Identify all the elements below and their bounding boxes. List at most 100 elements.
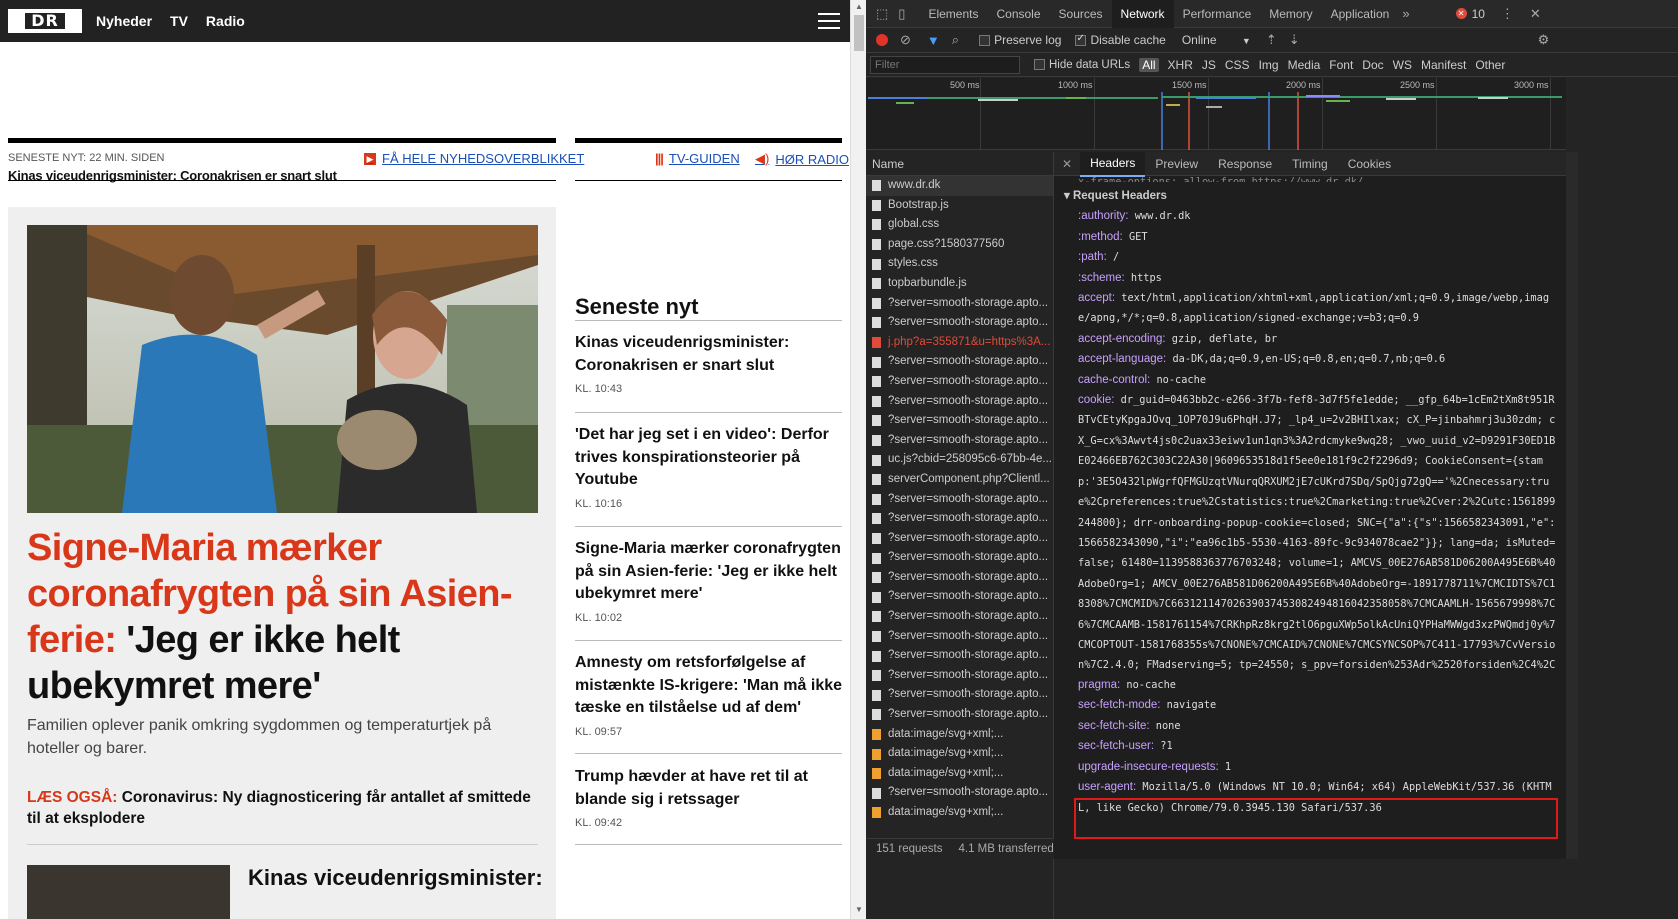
- nav-nyheder[interactable]: Nyheder: [96, 13, 152, 29]
- type-filter-img[interactable]: Img: [1259, 58, 1279, 72]
- request-row[interactable]: ?server=smooth-storage.apto...: [866, 490, 1053, 510]
- tab-sources[interactable]: Sources: [1050, 0, 1112, 28]
- filter-input[interactable]: Filter: [870, 56, 1020, 74]
- latest-item[interactable]: Signe-Maria mærker coronafrygten på sin …: [575, 538, 842, 624]
- latest-item[interactable]: 'Det har jeg set i en video': Derfor tri…: [575, 424, 842, 510]
- disable-cache-checkbox[interactable]: Disable cache: [1075, 33, 1166, 47]
- request-detail-pane: ✕ Headers Preview Response Timing Cookie…: [1054, 152, 1566, 859]
- search-icon[interactable]: ⌕: [952, 32, 959, 48]
- type-filter-ws[interactable]: WS: [1393, 58, 1412, 72]
- type-filter-doc[interactable]: Doc: [1362, 58, 1383, 72]
- tab-console[interactable]: Console: [987, 0, 1049, 28]
- request-row[interactable]: data:image/svg+xml;...: [866, 725, 1053, 745]
- detail-scrollbar[interactable]: [1566, 152, 1578, 859]
- next-story-thumbnail[interactable]: [27, 865, 230, 919]
- related-link[interactable]: LÆS OGSÅ: Coronavirus: Ny diagnosticerin…: [27, 787, 537, 829]
- more-tabs-icon[interactable]: »: [1402, 6, 1409, 21]
- request-row[interactable]: ?server=smooth-storage.apto...: [866, 783, 1053, 803]
- type-filter-media[interactable]: Media: [1288, 58, 1321, 72]
- request-row-error[interactable]: j.php?a=355871&u=https%3A...: [866, 333, 1053, 353]
- request-row[interactable]: serverComponent.php?Clientl...: [866, 470, 1053, 490]
- scroll-down-icon[interactable]: ▼: [855, 905, 863, 914]
- request-row[interactable]: global.css: [866, 215, 1053, 235]
- card-separator: [27, 844, 538, 845]
- tab-memory[interactable]: Memory: [1260, 0, 1321, 28]
- request-row[interactable]: ?server=smooth-storage.apto...: [866, 685, 1053, 705]
- request-row[interactable]: ?server=smooth-storage.apto...: [866, 587, 1053, 607]
- tv-radio-bottom-rule: [575, 180, 842, 181]
- dr-logo[interactable]: DR: [8, 9, 82, 33]
- type-filter-manifest[interactable]: Manifest: [1421, 58, 1466, 72]
- request-row[interactable]: topbarbundle.js: [866, 274, 1053, 294]
- radio-link[interactable]: ◀) HØR RADIO: [755, 151, 849, 167]
- request-row[interactable]: ?server=smooth-storage.apto...: [866, 431, 1053, 451]
- menu-icon[interactable]: [818, 13, 840, 29]
- request-row[interactable]: ?server=smooth-storage.apto...: [866, 607, 1053, 627]
- page-scrollbar[interactable]: ▲ ▼: [850, 0, 866, 919]
- inspect-icon[interactable]: ⬚: [876, 6, 888, 22]
- tab-elements[interactable]: Elements: [919, 0, 987, 28]
- tab-network[interactable]: Network: [1111, 0, 1174, 28]
- latest-item[interactable]: Kinas viceudenrigsminister: Coronakrisen…: [575, 332, 842, 395]
- scroll-thumb[interactable]: [854, 15, 864, 51]
- request-row[interactable]: ?server=smooth-storage.apto...: [866, 627, 1053, 647]
- request-row[interactable]: ?server=smooth-storage.apto...: [866, 392, 1053, 412]
- next-story-headline[interactable]: Kinas viceudenrigsminister:: [248, 865, 543, 891]
- preserve-log-checkbox[interactable]: Preserve log: [979, 33, 1061, 47]
- request-row[interactable]: ?server=smooth-storage.apto...: [866, 294, 1053, 314]
- request-row[interactable]: ?server=smooth-storage.apto...: [866, 372, 1053, 392]
- request-row[interactable]: ?server=smooth-storage.apto...: [866, 548, 1053, 568]
- clear-icon[interactable]: ⊘: [900, 32, 911, 48]
- type-filter-xhr[interactable]: XHR: [1168, 58, 1193, 72]
- request-row[interactable]: data:image/svg+xml;...: [866, 744, 1053, 764]
- request-headers-section[interactable]: ▾ Request Headers: [1064, 186, 1556, 206]
- overview-link[interactable]: ▶ FÅ HELE NYHEDSOVERBLIKKET: [364, 151, 584, 166]
- request-row[interactable]: ?server=smooth-storage.apto...: [866, 666, 1053, 686]
- export-har-icon[interactable]: ⇣: [1289, 32, 1300, 48]
- record-icon[interactable]: [876, 34, 888, 46]
- request-row[interactable]: ?server=smooth-storage.apto...: [866, 529, 1053, 549]
- type-filter-css[interactable]: CSS: [1225, 58, 1250, 72]
- tab-application[interactable]: Application: [1322, 0, 1399, 28]
- type-filter-other[interactable]: Other: [1475, 58, 1505, 72]
- request-row[interactable]: Bootstrap.js: [866, 196, 1053, 216]
- network-overview-timeline[interactable]: 500 ms 1000 ms 1500 ms 2000 ms 2500 ms 3…: [866, 78, 1566, 150]
- filter-icon[interactable]: ▼: [927, 33, 940, 48]
- request-row[interactable]: ?server=smooth-storage.apto...: [866, 509, 1053, 529]
- request-row[interactable]: data:image/svg+xml;...: [866, 764, 1053, 784]
- import-har-icon[interactable]: ⇡: [1266, 32, 1277, 48]
- error-counter[interactable]: ✕ 10: [1455, 7, 1485, 21]
- latest-item[interactable]: Trump hævder at have ret til at blande s…: [575, 766, 842, 829]
- close-detail-icon[interactable]: ✕: [1054, 152, 1080, 176]
- request-row[interactable]: uc.js?cbid=258095c6-67bb-4e...: [866, 450, 1053, 470]
- request-row[interactable]: page.css?1580377560: [866, 235, 1053, 255]
- nav-radio[interactable]: Radio: [206, 13, 245, 29]
- request-row[interactable]: ?server=smooth-storage.apto...: [866, 352, 1053, 372]
- hide-data-urls-checkbox[interactable]: Hide data URLs: [1034, 59, 1130, 71]
- type-filter-all[interactable]: All: [1139, 58, 1159, 72]
- request-row[interactable]: ?server=smooth-storage.apto...: [866, 705, 1053, 725]
- name-column-header[interactable]: Name: [866, 152, 1053, 176]
- nav-tv[interactable]: TV: [170, 13, 188, 29]
- request-row[interactable]: data:image/svg+xml;...: [866, 803, 1053, 823]
- request-row[interactable]: ?server=smooth-storage.apto...: [866, 313, 1053, 333]
- top-story-headline[interactable]: Signe-Maria mærker coronafrygten på sin …: [27, 525, 547, 709]
- close-devtools-icon[interactable]: ✕: [1530, 6, 1541, 22]
- request-row[interactable]: ?server=smooth-storage.apto...: [866, 568, 1053, 588]
- scroll-up-icon[interactable]: ▲: [855, 2, 863, 11]
- latest-item[interactable]: Amnesty om retsforfølgelse af mistænkte …: [575, 652, 842, 738]
- request-row[interactable]: ?server=smooth-storage.apto...: [866, 411, 1053, 431]
- request-row[interactable]: ?server=smooth-storage.apto...: [866, 646, 1053, 666]
- top-story-photo[interactable]: [27, 225, 538, 513]
- type-filter-js[interactable]: JS: [1202, 58, 1216, 72]
- type-filter-font[interactable]: Font: [1329, 58, 1353, 72]
- throttle-select[interactable]: Online ▼: [1182, 33, 1252, 47]
- kebab-menu-icon[interactable]: ⋮: [1501, 6, 1514, 22]
- tv-guide-link[interactable]: ||| TV-GUIDEN: [655, 151, 740, 166]
- settings-gear-icon[interactable]: ⚙: [1538, 32, 1550, 48]
- request-row[interactable]: www.dr.dk: [866, 176, 1053, 196]
- top-story-card[interactable]: Signe-Maria mærker coronafrygten på sin …: [8, 207, 556, 919]
- request-row[interactable]: styles.css: [866, 254, 1053, 274]
- tab-performance[interactable]: Performance: [1174, 0, 1261, 28]
- device-toolbar-icon[interactable]: ▯: [898, 6, 905, 22]
